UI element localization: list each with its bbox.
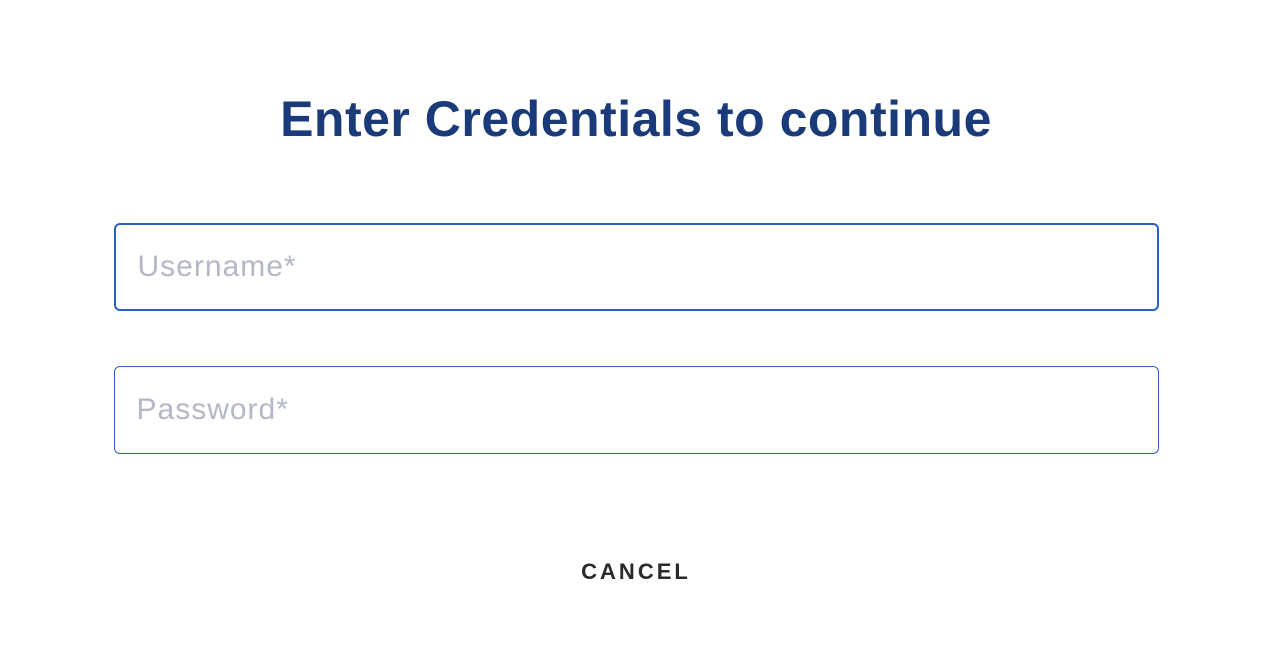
username-input[interactable] — [114, 223, 1159, 311]
button-row: CANCEL — [114, 549, 1159, 595]
password-input[interactable] — [114, 366, 1159, 454]
cancel-button[interactable]: CANCEL — [561, 549, 711, 595]
page-title: Enter Credentials to continue — [280, 90, 992, 148]
credentials-form: CANCEL — [114, 223, 1159, 595]
